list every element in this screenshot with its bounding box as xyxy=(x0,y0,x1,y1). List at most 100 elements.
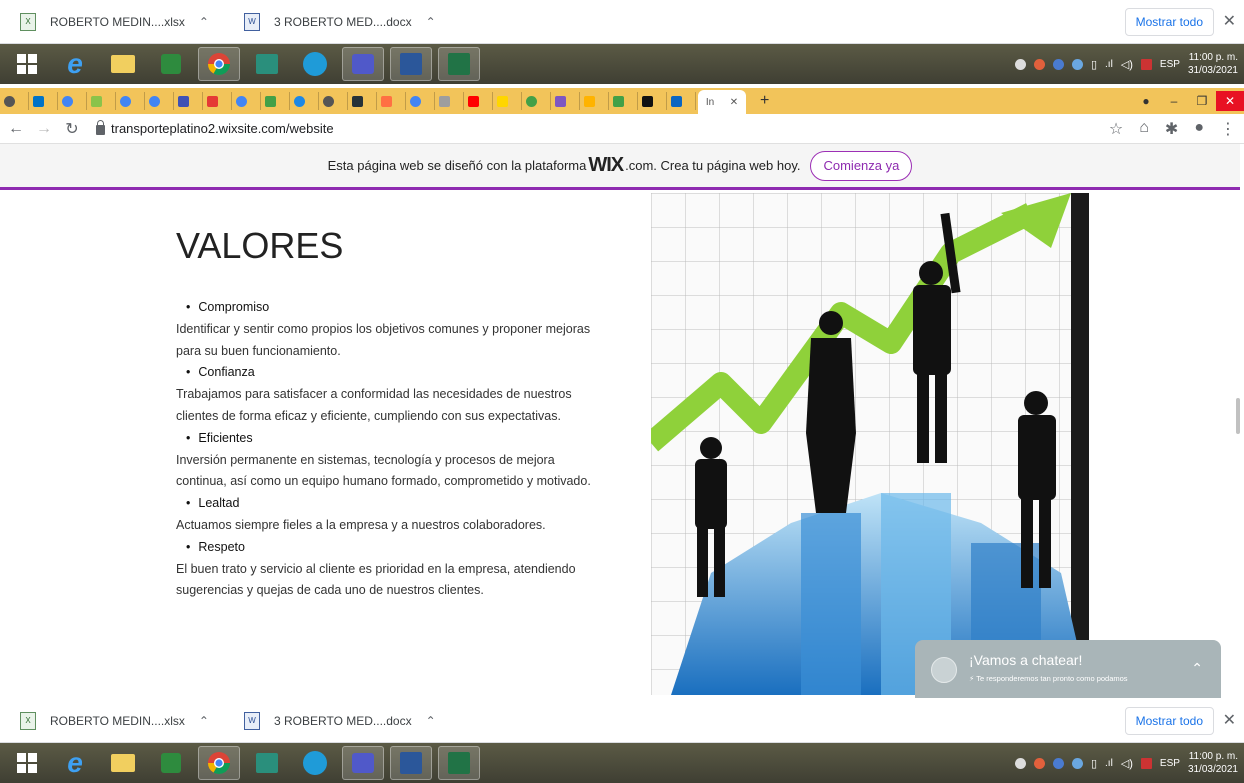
battery-icon[interactable]: ▯ xyxy=(1091,58,1097,71)
tab[interactable] xyxy=(117,92,145,110)
file-explorer-icon[interactable] xyxy=(102,47,144,81)
flag-icon[interactable] xyxy=(1140,757,1152,769)
chevron-up-icon[interactable]: ⌃ xyxy=(1191,660,1203,677)
windows-start-icon[interactable] xyxy=(6,47,48,81)
download-item-xlsx[interactable]: X ROBERTO MEDIN....xlsx ⌃ xyxy=(0,699,224,743)
restore-icon[interactable]: ❐ xyxy=(1188,94,1216,108)
edge-icon[interactable] xyxy=(294,47,336,81)
page-scrollbar[interactable] xyxy=(1236,398,1240,434)
teams-tray-icon[interactable] xyxy=(1052,58,1064,70)
account-icon[interactable]: ● xyxy=(1194,119,1204,139)
edge-icon[interactable] xyxy=(294,746,336,780)
bluetooth-icon[interactable] xyxy=(1014,58,1026,70)
bluetooth-icon[interactable] xyxy=(1014,757,1026,769)
tab[interactable] xyxy=(175,92,203,110)
tab[interactable] xyxy=(436,92,464,110)
url-field[interactable]: transporteplatino2.wixsite.com/website xyxy=(96,120,334,136)
volume-icon[interactable]: ◁) xyxy=(1121,757,1133,770)
home-icon[interactable]: ⌂ xyxy=(1139,119,1149,139)
tab[interactable] xyxy=(30,92,58,110)
show-all-downloads-button[interactable]: Mostrar todo xyxy=(1124,707,1214,735)
tab[interactable] xyxy=(291,92,319,110)
tab-active[interactable]: In ✕ xyxy=(698,90,746,114)
download-item-xlsx[interactable]: X ROBERTO MEDIN....xlsx ⌃ xyxy=(0,0,224,44)
teams-tray-icon[interactable] xyxy=(1052,757,1064,769)
app-tray-icon[interactable] xyxy=(1071,757,1083,769)
battery-icon[interactable]: ▯ xyxy=(1091,757,1097,770)
tab[interactable] xyxy=(494,92,522,110)
menu-kebab-icon[interactable]: ⋮ xyxy=(1220,119,1236,139)
tab[interactable] xyxy=(262,92,290,110)
antivirus-icon[interactable] xyxy=(1033,58,1045,70)
values-list: Compromiso Identificar y sentir como pro… xyxy=(176,297,606,602)
chevron-up-icon[interactable]: ⌃ xyxy=(426,15,436,29)
signal-icon[interactable]: .ıl xyxy=(1105,758,1113,769)
new-tab-button[interactable]: + xyxy=(760,92,769,110)
clock[interactable]: 11:00 p. m. 31/03/2021 xyxy=(1188,750,1238,776)
tab[interactable] xyxy=(523,92,551,110)
tab[interactable] xyxy=(1,92,29,110)
tab[interactable] xyxy=(233,92,261,110)
teams-icon[interactable] xyxy=(342,746,384,780)
publisher-icon[interactable] xyxy=(246,746,288,780)
flag-icon[interactable] xyxy=(1140,58,1152,70)
file-explorer-icon[interactable] xyxy=(102,746,144,780)
tab[interactable] xyxy=(552,92,580,110)
internet-explorer-icon[interactable]: e xyxy=(54,746,96,780)
tab[interactable] xyxy=(204,92,232,110)
app-tray-icon[interactable] xyxy=(1071,58,1083,70)
tab[interactable] xyxy=(465,92,493,110)
word-icon[interactable] xyxy=(390,746,432,780)
store-icon[interactable] xyxy=(150,47,192,81)
teams-icon[interactable] xyxy=(342,47,384,81)
chevron-up-icon[interactable]: ⌃ xyxy=(199,714,209,728)
tab[interactable] xyxy=(668,92,696,110)
bookmark-star-icon[interactable]: ☆ xyxy=(1109,119,1123,139)
download-item-docx[interactable]: W 3 ROBERTO MED....docx ⌃ xyxy=(224,699,448,743)
windows-start-icon[interactable] xyxy=(6,746,48,780)
minimize-icon[interactable]: – xyxy=(1160,94,1188,108)
tab[interactable] xyxy=(349,92,377,110)
tab[interactable] xyxy=(320,92,348,110)
chat-subtitle-text: Te responderemos tan pronto como podamos xyxy=(976,674,1128,683)
download-item-docx[interactable]: W 3 ROBERTO MED....docx ⌃ xyxy=(224,0,448,44)
back-icon[interactable]: ← xyxy=(4,120,28,138)
wix-banner-text: Esta página web se diseñó con la platafo… xyxy=(327,158,587,173)
chevron-up-icon[interactable]: ⌃ xyxy=(199,15,209,29)
antivirus-icon[interactable] xyxy=(1033,757,1045,769)
profile-icon[interactable]: ● xyxy=(1132,94,1160,108)
chrome-icon[interactable] xyxy=(198,47,240,81)
forward-icon[interactable]: → xyxy=(32,120,56,138)
internet-explorer-icon[interactable]: e xyxy=(54,47,96,81)
browser-tab-strip: In ✕ + ● – ❐ ✕ xyxy=(0,88,1244,114)
close-icon[interactable]: ✕ xyxy=(1223,710,1236,730)
tab[interactable] xyxy=(88,92,116,110)
excel-icon[interactable] xyxy=(438,47,480,81)
clock[interactable]: 11:00 p. m. 31/03/2021 xyxy=(1188,51,1238,77)
chrome-icon[interactable] xyxy=(198,746,240,780)
publisher-icon[interactable] xyxy=(246,47,288,81)
extensions-puzzle-icon[interactable]: ✱ xyxy=(1165,119,1178,139)
store-icon[interactable] xyxy=(150,746,192,780)
excel-icon[interactable] xyxy=(438,746,480,780)
tab[interactable] xyxy=(639,92,667,110)
close-tab-icon[interactable]: ✕ xyxy=(730,97,738,108)
volume-icon[interactable]: ◁) xyxy=(1121,58,1133,71)
tab[interactable] xyxy=(610,92,638,110)
close-icon[interactable]: ✕ xyxy=(1223,11,1236,31)
close-window-icon[interactable]: ✕ xyxy=(1216,91,1244,111)
language-indicator[interactable]: ESP xyxy=(1160,59,1180,70)
tab[interactable] xyxy=(59,92,87,110)
tab[interactable] xyxy=(146,92,174,110)
reload-icon[interactable]: ↻ xyxy=(60,119,84,139)
chevron-up-icon[interactable]: ⌃ xyxy=(426,714,436,728)
language-indicator[interactable]: ESP xyxy=(1160,758,1180,769)
word-icon[interactable] xyxy=(390,47,432,81)
show-all-downloads-button[interactable]: Mostrar todo xyxy=(1124,8,1214,36)
start-now-button[interactable]: Comienza ya xyxy=(810,150,913,181)
tab[interactable] xyxy=(581,92,609,110)
signal-icon[interactable]: .ıl xyxy=(1105,59,1113,70)
tab[interactable] xyxy=(407,92,435,110)
tab[interactable] xyxy=(378,92,406,110)
chat-widget[interactable]: ¡Vamos a chatear! ⚡ Te responderemos tan… xyxy=(915,640,1221,698)
